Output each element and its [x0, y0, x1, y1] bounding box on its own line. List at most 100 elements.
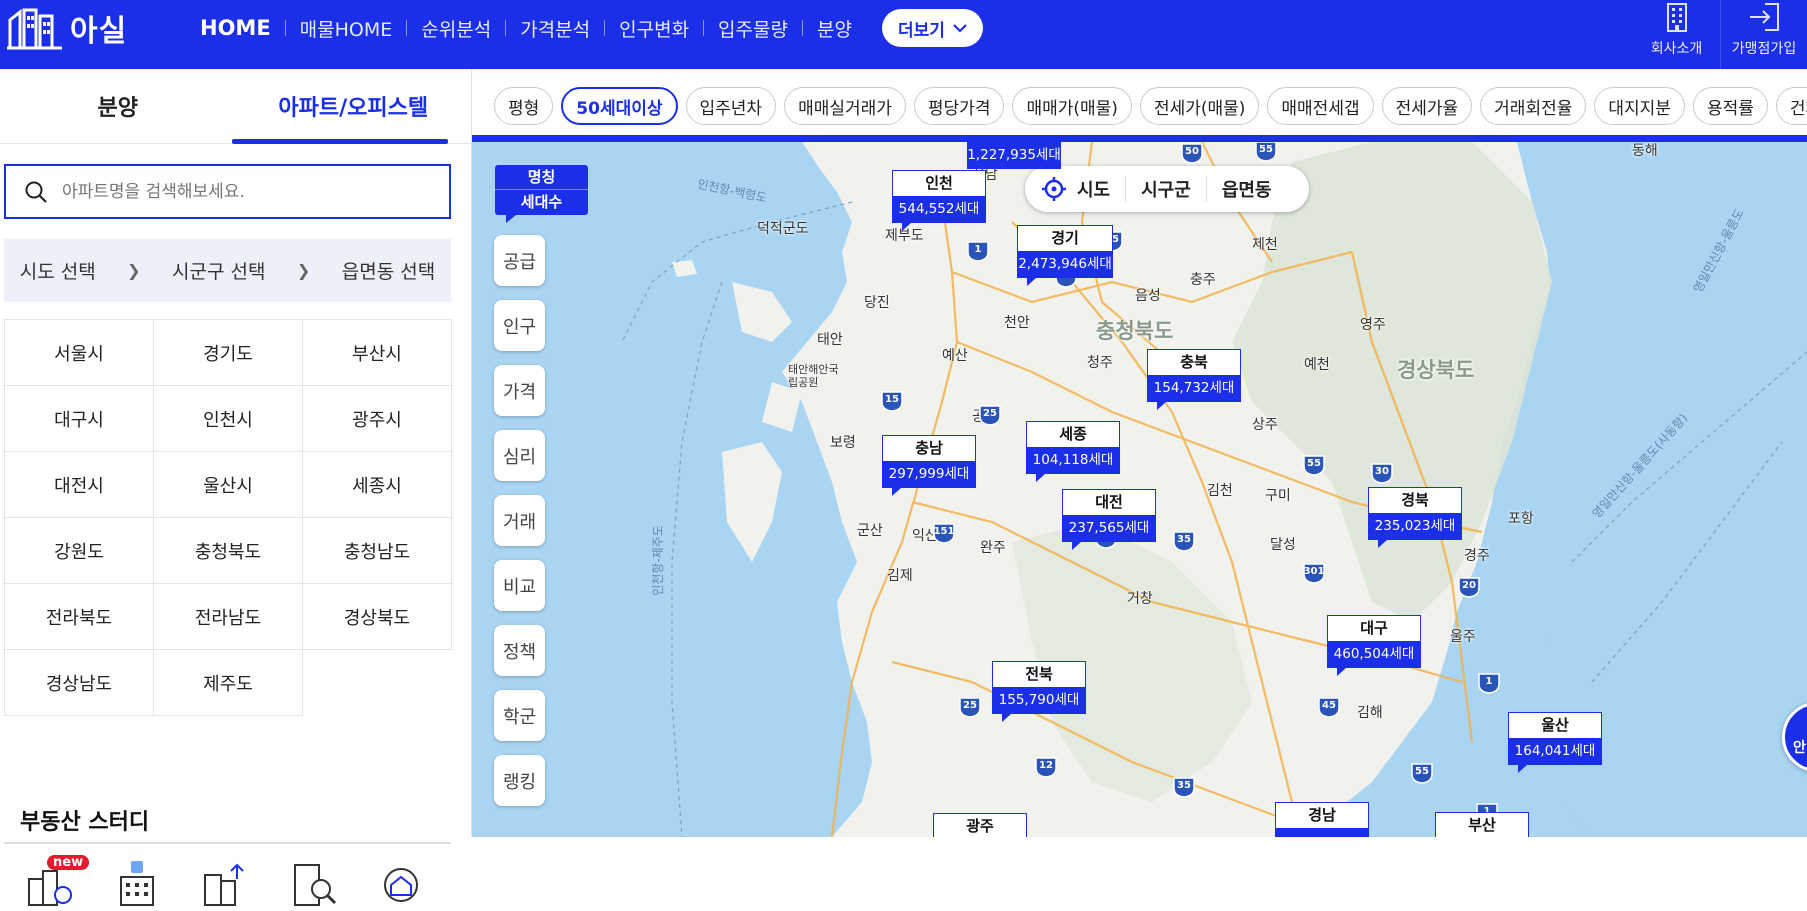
nav-population-change[interactable]: 인구변화 [605, 15, 703, 42]
map-tab-transaction[interactable]: 거래 [494, 495, 545, 546]
filter-building-coverage[interactable]: 건폐율 [1775, 87, 1807, 125]
marker-value: 104,118세대 [1026, 447, 1120, 474]
region-item[interactable]: 전라북도 [5, 584, 154, 650]
region-marker[interactable]: 대전 237,565세대 [1062, 489, 1156, 550]
nav-move-in-volume[interactable]: 입주물량 [704, 15, 802, 42]
map-view[interactable]: 동해 성남 수원 덕적군도 제부도 제천 충주 음성 당진 천안 충청북도 영주… [472, 142, 1807, 837]
region-item[interactable]: 경상북도 [303, 584, 452, 650]
filter-chips: 평형 50세대이상 입주년차 매매실거래가 평당가격 매매가(매물) 전세가(매… [494, 87, 1807, 125]
region-item[interactable]: 대구시 [5, 386, 154, 452]
region-marker[interactable]: 충북 154,732세대 [1147, 349, 1241, 410]
nav-listing-home[interactable]: 매물HOME [286, 15, 407, 42]
select-province[interactable]: 시도 선택 [20, 257, 96, 284]
tab-presale[interactable]: 분양 [0, 69, 236, 143]
level-province-button[interactable]: 시도 [1041, 176, 1125, 202]
map-tab-school[interactable]: 학군 [494, 690, 545, 741]
region-marker[interactable]: 경기 2,473,946세대 [1017, 225, 1113, 286]
region-marker[interactable]: 경북 235,023세대 [1368, 487, 1462, 548]
region-marker[interactable]: 대구 460,504세대 [1327, 615, 1421, 676]
filter-jeonse-listing-price[interactable]: 전세가(매물) [1139, 87, 1260, 125]
left-panel: 분양 아파트/오피스텔 시도 선택 ❯ 시군구 선택 ❯ 읍면동 선택 서울시 … [0, 69, 472, 906]
region-item[interactable]: 세종시 [303, 452, 452, 518]
region-item[interactable]: 경기도 [154, 320, 303, 386]
filter-size[interactable]: 평형 [494, 87, 554, 125]
region-item[interactable]: 울산시 [154, 452, 303, 518]
region-marker[interactable]: 세종 104,118세대 [1026, 421, 1120, 482]
map-tab-sentiment[interactable]: 심리 [494, 430, 545, 481]
region-marker[interactable]: 부산 [1435, 812, 1529, 837]
chevron-down-icon [953, 24, 967, 33]
region-item[interactable]: 인천시 [154, 386, 303, 452]
region-marker[interactable]: 광주 [933, 813, 1027, 837]
nav-price-analysis[interactable]: 가격분석 [506, 15, 604, 42]
realestate-study-title: 부동산 스터디 [20, 810, 150, 835]
region-item[interactable]: 충청남도 [303, 518, 452, 584]
filter-sale-jeonse-gap[interactable]: 매매전세갭 [1267, 87, 1374, 125]
tab-apartment-officetel[interactable]: 아파트/오피스텔 [236, 69, 472, 143]
region-marker[interactable]: 서울 1,227,935세대 [967, 142, 1061, 169]
filter-turnover-rate[interactable]: 거래회전율 [1480, 87, 1587, 125]
region-item[interactable]: 광주시 [303, 386, 452, 452]
franchise-join-link[interactable]: 가맹점가입 [1720, 0, 1807, 69]
marker-name: 경기 [1017, 225, 1113, 251]
region-item[interactable]: 서울시 [5, 320, 154, 386]
map-tab-supply[interactable]: 공급 [494, 235, 545, 286]
marker-pointer [1027, 278, 1036, 286]
map-tab-compare[interactable]: 비교 [494, 560, 545, 611]
marker-pointer [902, 223, 911, 231]
study-item[interactable]: new [25, 855, 90, 907]
region-item[interactable]: 대전시 [5, 452, 154, 518]
place-label: 태안 [817, 332, 843, 348]
active-tab-indicator [232, 139, 448, 144]
study-item[interactable] [377, 859, 425, 907]
search-icon[interactable] [24, 180, 48, 204]
expressway-shield: 30 [1370, 462, 1394, 484]
region-item[interactable]: 제주도 [154, 650, 303, 716]
filter-floor-area-ratio[interactable]: 용적률 [1692, 87, 1768, 125]
filter-jeonse-ratio[interactable]: 전세가율 [1381, 87, 1473, 125]
region-marker[interactable]: 충남 297,999세대 [882, 435, 976, 496]
nav-home[interactable]: HOME [198, 16, 285, 40]
more-button[interactable]: 더보기 [881, 9, 983, 47]
map-tab-population[interactable]: 인구 [494, 300, 545, 351]
nav-presale[interactable]: 분양 [803, 15, 866, 42]
expressway-shield: 1 [1477, 672, 1501, 694]
filter-50-units-plus[interactable]: 50세대이상 [561, 87, 678, 125]
region-item[interactable]: 경상남도 [5, 650, 154, 716]
filter-price-per-pyeong[interactable]: 평당가격 [913, 87, 1005, 125]
level-district-button[interactable]: 시구군 [1125, 176, 1206, 202]
region-marker[interactable]: 전북 155,790세대 [992, 661, 1086, 722]
region-marker[interactable]: 울산 164,041세대 [1508, 712, 1602, 773]
region-item[interactable]: 강원도 [5, 518, 154, 584]
map-tab-ranking[interactable]: 랭킹 [494, 755, 545, 806]
filter-actual-sale-price[interactable]: 매매실거래가 [784, 87, 906, 125]
marker-value: 460,504세대 [1327, 641, 1421, 668]
company-intro-label: 회사소개 [1650, 41, 1703, 57]
region-item[interactable]: 충청북도 [154, 518, 303, 584]
region-item[interactable]: 전라남도 [154, 584, 303, 650]
expressway-shield: 55 [1410, 762, 1434, 784]
nav-ranking-analysis[interactable]: 순위분석 [407, 15, 505, 42]
marker-value: 237,565세대 [1062, 515, 1156, 542]
apartment-search-input[interactable] [62, 181, 422, 202]
region-item[interactable]: 부산시 [303, 320, 452, 386]
study-item[interactable] [201, 859, 249, 907]
filter-sale-listing-price[interactable]: 매매가(매물) [1012, 87, 1132, 125]
company-intro-link[interactable]: 회사소개 [1633, 0, 1720, 69]
marker-value: 235,023세대 [1368, 513, 1462, 540]
marker-pointer [1157, 402, 1166, 410]
map-tab-policy[interactable]: 정책 [494, 625, 545, 676]
select-town[interactable]: 읍면동 선택 [342, 257, 435, 284]
study-item[interactable] [289, 859, 337, 907]
logo[interactable]: 아실 [6, 4, 127, 52]
filter-land-share[interactable]: 대지지분 [1594, 87, 1685, 125]
place-label: 달성 [1270, 537, 1296, 553]
map-tab-price[interactable]: 가격 [494, 365, 545, 416]
filter-building-age[interactable]: 입주년차 [685, 87, 777, 125]
region-marker[interactable]: 인천 544,552세대 [892, 170, 986, 231]
region-marker[interactable]: 경남 [1275, 802, 1369, 837]
study-item[interactable] [113, 859, 161, 907]
select-district[interactable]: 시군구 선택 [172, 257, 265, 284]
marker-value: 297,999세대 [882, 461, 976, 488]
level-town-button[interactable]: 읍면동 [1205, 176, 1287, 202]
